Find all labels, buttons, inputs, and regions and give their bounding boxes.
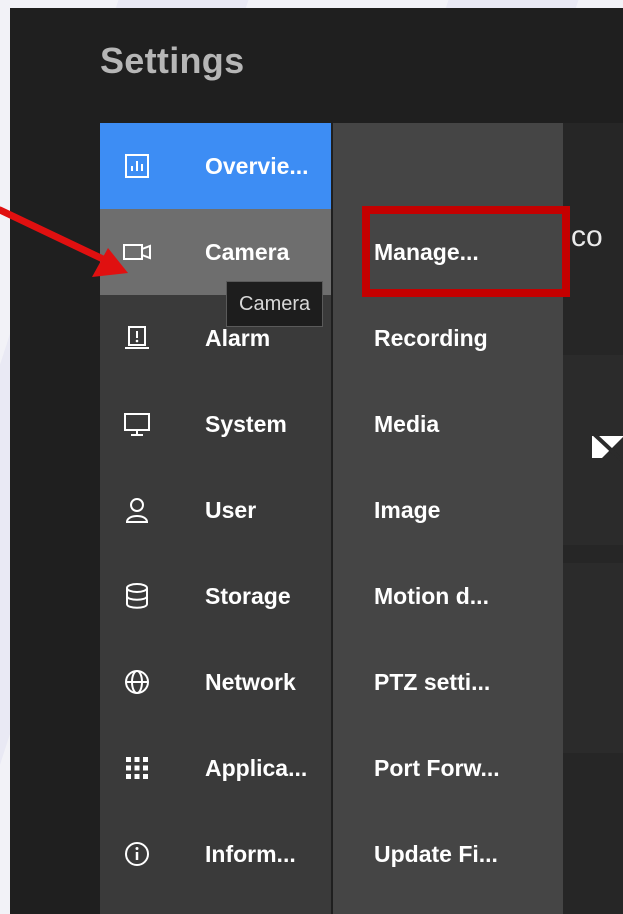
nav-item-applications[interactable]: Applica... xyxy=(100,725,331,811)
submenu-item-port-forwarding[interactable]: Port Forw... xyxy=(333,725,563,811)
nav-item-storage[interactable]: Storage xyxy=(100,553,331,639)
nav-item-information[interactable]: Inform... xyxy=(100,811,331,897)
alarm-icon xyxy=(120,321,154,355)
submenu-item-ptz-settings[interactable]: PTZ setti... xyxy=(333,639,563,725)
nav-label: Network xyxy=(205,668,296,695)
submenu-label: Recording xyxy=(374,324,488,351)
nav-label: Storage xyxy=(205,582,291,609)
chart-icon xyxy=(120,149,154,183)
submenu-label: Image xyxy=(374,496,441,523)
info-icon xyxy=(120,837,154,871)
user-icon xyxy=(120,493,154,527)
nav-label: Applica... xyxy=(205,754,308,781)
nav-item-user[interactable]: User xyxy=(100,467,331,553)
database-icon xyxy=(120,579,154,613)
nav-label: Overvie... xyxy=(205,152,309,179)
submenu-item-update-firmware[interactable]: Update Fi... xyxy=(333,811,563,897)
camera-tooltip: Camera xyxy=(226,281,324,327)
submenu-item-image[interactable]: Image xyxy=(333,467,563,553)
nav-label: Alarm xyxy=(205,324,271,351)
camera-off-icon xyxy=(592,432,623,464)
content-heading-fragment: co xyxy=(571,220,603,253)
submenu-label: Port Forw... xyxy=(374,754,500,781)
nav-label: System xyxy=(205,410,287,437)
settings-window: Settings co Overvie... Camera Alarm Syst… xyxy=(10,8,623,914)
submenu-label: Update Fi... xyxy=(374,840,498,867)
submenu-item-media[interactable]: Media xyxy=(333,381,563,467)
globe-icon xyxy=(120,665,154,699)
nav-label: Inform... xyxy=(205,840,296,867)
annotation-arrow xyxy=(0,206,128,277)
grid-icon xyxy=(120,751,154,785)
submenu-label: Media xyxy=(374,410,440,437)
nav-label: Camera xyxy=(205,238,290,265)
nav-item-system[interactable]: System xyxy=(100,381,331,467)
submenu-item-recording[interactable]: Recording xyxy=(333,295,563,381)
annotation-highlight-box xyxy=(362,206,570,297)
submenu-label: PTZ setti... xyxy=(374,668,491,695)
content-panel xyxy=(563,563,623,753)
nav-label: User xyxy=(205,496,257,523)
submenu-item-motion-detection[interactable]: Motion d... xyxy=(333,553,563,639)
page-title: Settings xyxy=(100,40,245,81)
monitor-icon xyxy=(120,407,154,441)
nav-item-network[interactable]: Network xyxy=(100,639,331,725)
submenu-label: Motion d... xyxy=(374,582,489,609)
